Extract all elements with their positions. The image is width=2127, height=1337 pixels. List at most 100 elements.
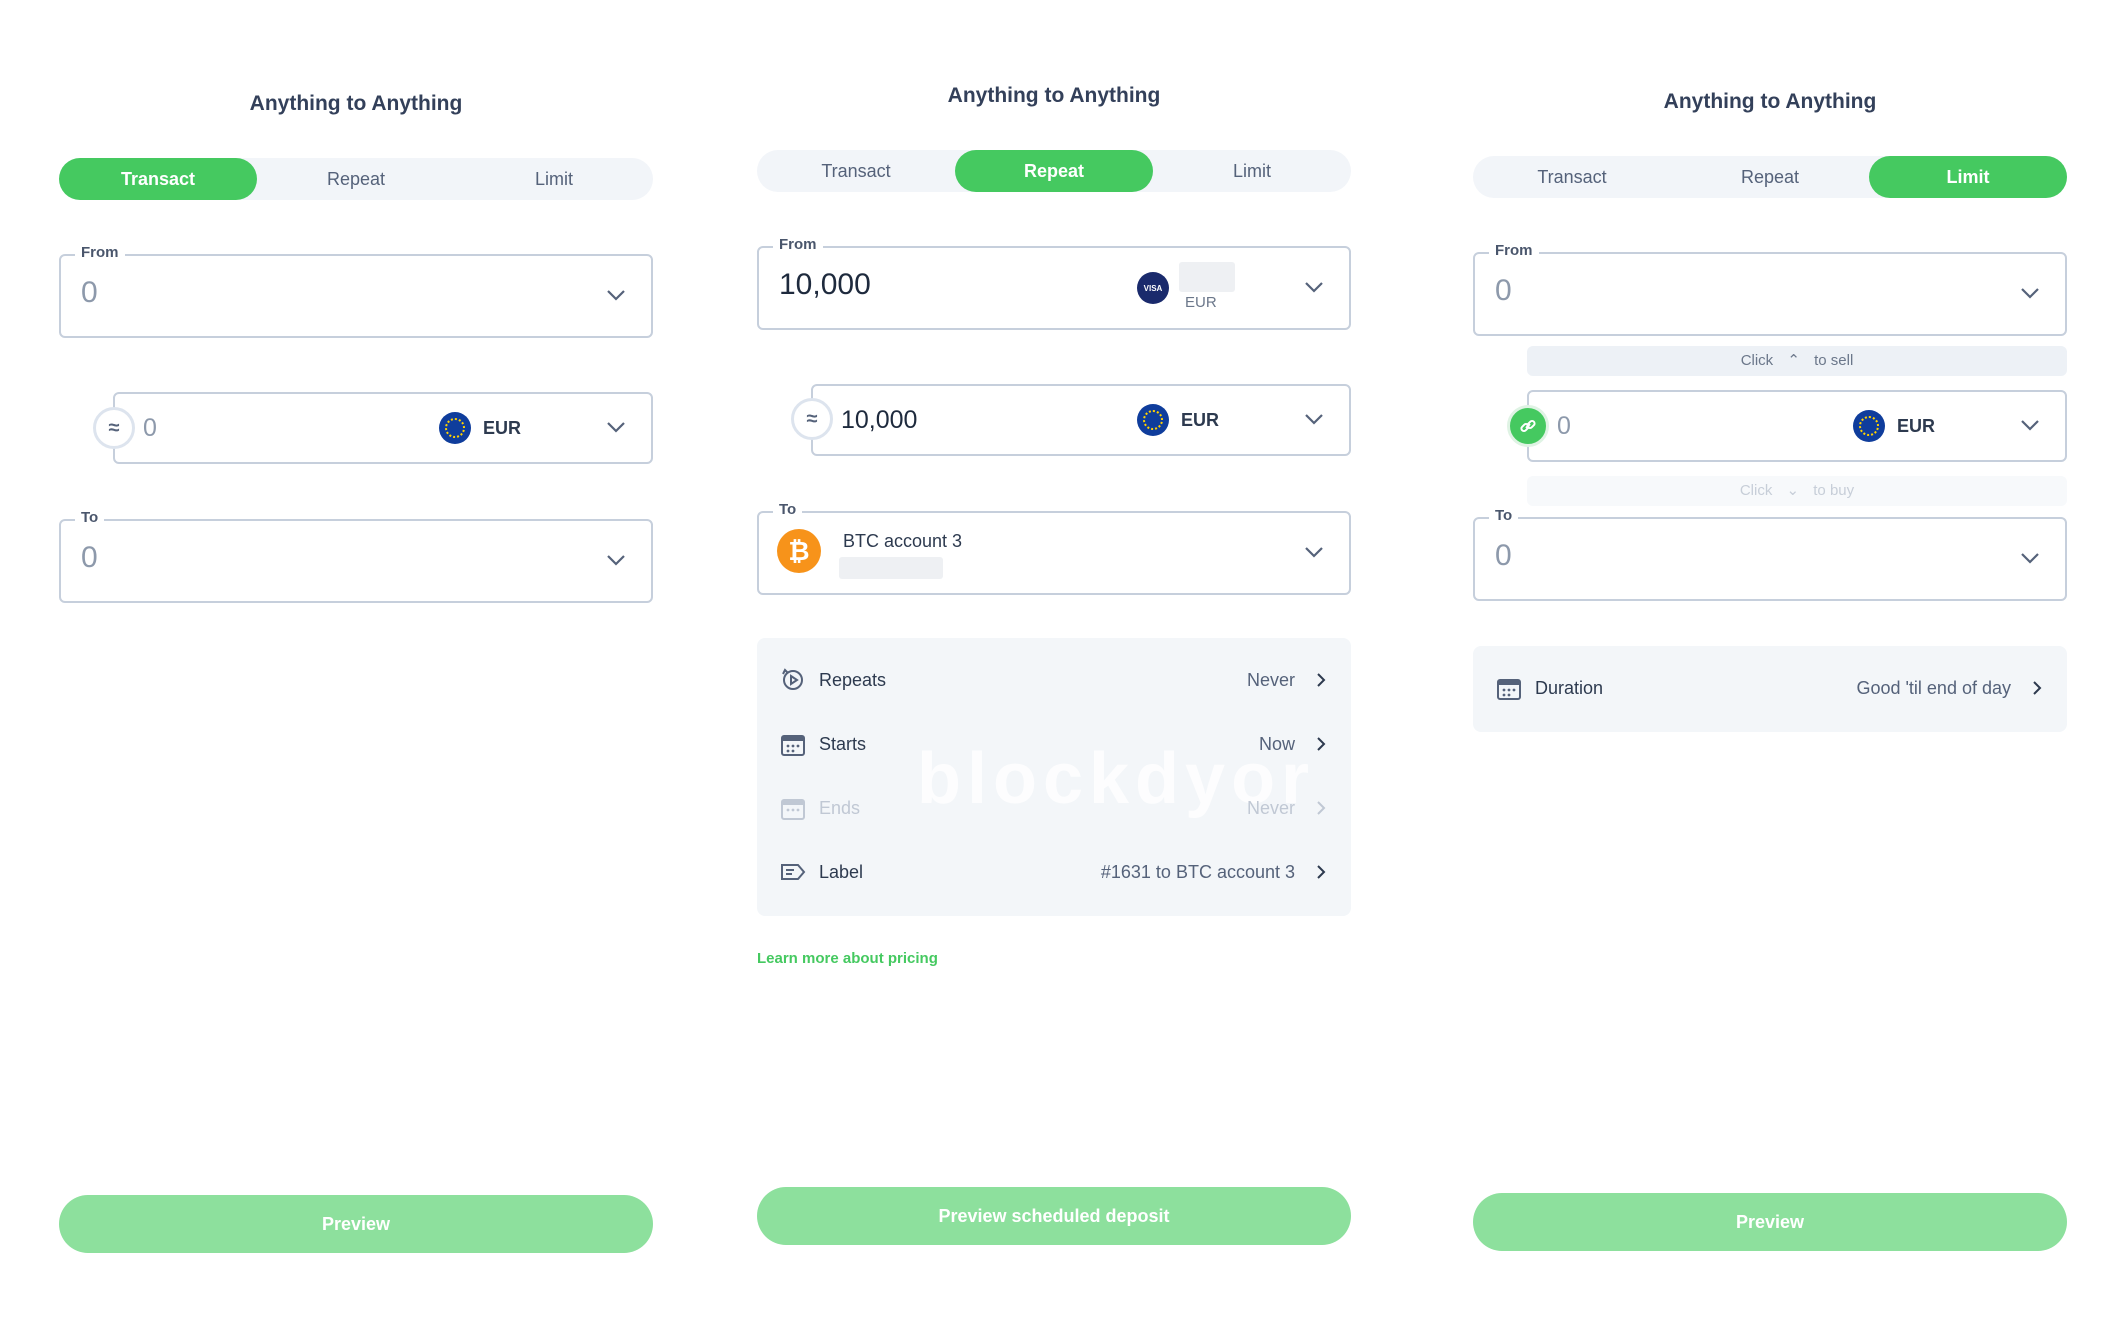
tab-transact[interactable]: Transact [59,158,257,200]
tab-limit[interactable]: Limit [1153,150,1351,192]
to-amount[interactable]: 0 [1495,539,1512,573]
mode-tabs: Transact Repeat Limit [757,150,1351,192]
currency-selector[interactable]: EUR [438,410,521,446]
tab-limit[interactable]: Limit [1869,156,2067,198]
from-field[interactable]: From 10,000 VISA EUR [757,236,1351,330]
label-value: #1631 to BTC account 3 [1100,861,1295,882]
starts-value: Now [1258,733,1295,754]
from-label: From [75,244,125,261]
chevron-down-icon[interactable] [2019,282,2041,304]
preview-button[interactable]: Preview [59,1195,653,1253]
label-label: Label [819,861,864,882]
starts-label: Starts [819,733,867,754]
approx-equal-icon[interactable]: ≈ [93,407,135,449]
to-label: To [1489,507,1519,524]
currency-selector[interactable]: EUR [1136,402,1219,438]
schedule-card: blockdyor Repeats Never Starts Now Ends … [757,638,1351,916]
card-currency: EUR [1185,294,1217,311]
tab-limit[interactable]: Limit [455,158,653,200]
calendar-icon [781,799,805,820]
currency-code: EUR [1896,415,1935,436]
currency-code: EUR [482,417,521,438]
to-field[interactable]: To ₿ BTC account 3 [757,501,1351,595]
repeats-label: Repeats [819,669,887,690]
tab-repeat[interactable]: Repeat [955,150,1153,192]
chevron-right-icon [1317,801,1326,815]
tab-repeat[interactable]: Repeat [1671,156,1869,198]
from-amount[interactable]: 10,000 [779,268,871,302]
chevron-down-icon[interactable] [605,416,627,438]
link-icon[interactable] [1507,405,1549,447]
chevron-down-icon[interactable] [2019,547,2041,569]
chevron-down-icon[interactable] [605,549,627,571]
calendar-icon [781,735,805,756]
ends-label: Ends [819,797,861,818]
fiat-amount[interactable]: 0 [143,414,157,443]
to-account-name: BTC account 3 [843,531,963,551]
fiat-amount-field[interactable]: 0 EUR [1527,390,2067,462]
ends-row: Ends Never [779,788,1329,828]
chevron-down-icon[interactable] [1303,541,1325,563]
chevron-down-icon[interactable] [1303,276,1325,298]
fiat-amount[interactable]: 0 [1557,412,1571,441]
repeat-icon [782,668,803,690]
repeats-row[interactable]: Repeats Never [779,660,1329,700]
duration-card: Duration Good 'til end of day [1473,646,2067,732]
eu-flag-icon [438,412,471,444]
approx-equal-icon[interactable]: ≈ [791,398,833,440]
bitcoin-icon: ₿ [777,529,821,573]
buy-hint: Click ⌄ to buy [1527,476,2067,506]
to-field[interactable]: To 0 [1473,507,2067,601]
from-amount[interactable]: 0 [81,276,98,310]
sell-hint-suffix: to sell [1814,352,1854,369]
tab-transact[interactable]: Transact [757,150,955,192]
buy-hint-prefix: Click [1739,482,1773,499]
visa-card-icon: VISA [1137,272,1169,304]
card-number-redacted [1179,262,1235,292]
mode-tabs: Transact Repeat Limit [59,158,653,200]
duration-value: Good 'til end of day [1856,677,2011,698]
from-field[interactable]: From 0 [59,244,653,338]
from-amount[interactable]: 0 [1495,274,1512,308]
preview-button[interactable]: Preview [1473,1193,2067,1251]
ends-value: Never [1246,797,1295,818]
repeats-value: Never [1246,669,1295,690]
chevron-right-icon [2033,681,2042,695]
chevron-right-icon [1317,865,1326,879]
chevron-down-icon[interactable] [2019,414,2041,436]
preview-scheduled-deposit-button[interactable]: Preview scheduled deposit [757,1187,1351,1245]
fiat-amount-field[interactable]: 10,000 EUR [811,384,1351,456]
page-title: Anything to Anything [1663,90,1877,113]
buy-hint-suffix: to buy [1813,482,1855,499]
currency-code: EUR [1180,409,1219,430]
from-field[interactable]: From 0 [1473,242,2067,336]
double-chevron-up-icon: ⌃ [1787,352,1800,369]
starts-row[interactable]: Starts Now [779,724,1329,764]
mode-tabs: Transact Repeat Limit [1473,156,2067,198]
sell-hint-prefix: Click [1740,352,1774,369]
fiat-amount[interactable]: 10,000 [841,406,917,435]
page-title: Anything to Anything [249,92,463,115]
from-label: From [773,236,823,253]
label-icon [781,864,806,880]
eu-flag-icon [1136,404,1169,436]
chevron-down-icon[interactable] [1303,408,1325,430]
pricing-link[interactable]: Learn more about pricing [757,950,938,967]
to-amount[interactable]: 0 [81,541,98,575]
to-field[interactable]: To 0 [59,509,653,603]
chevron-right-icon [1317,673,1326,687]
currency-selector[interactable]: EUR [1852,408,1935,444]
page-title: Anything to Anything [947,84,1161,107]
eu-flag-icon [1852,410,1885,442]
tab-transact[interactable]: Transact [1473,156,1671,198]
sell-hint: Click ⌃ to sell [1527,346,2067,376]
balance-redacted [839,557,943,579]
to-label: To [75,509,105,526]
chevron-down-icon[interactable] [605,284,627,306]
calendar-icon [1497,679,1521,700]
fiat-amount-field[interactable]: 0 EUR [113,392,653,464]
tab-repeat[interactable]: Repeat [257,158,455,200]
label-row[interactable]: Label #1631 to BTC account 3 [779,852,1329,892]
chevron-right-icon [1317,737,1326,751]
duration-row[interactable]: Duration Good 'til end of day [1495,668,2045,708]
